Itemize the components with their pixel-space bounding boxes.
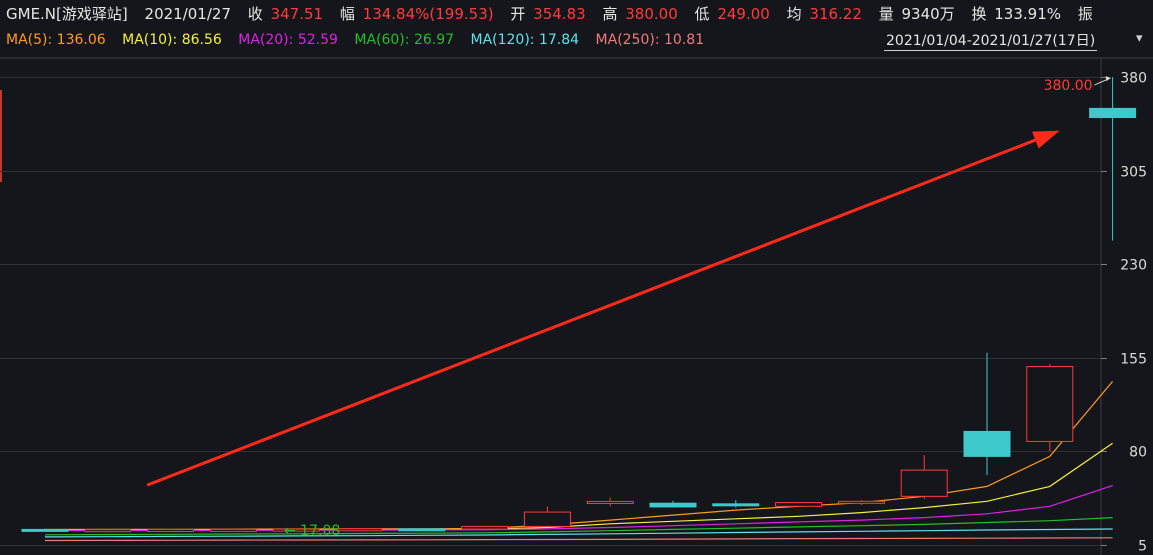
y-tick-label: 305	[1120, 165, 1147, 181]
candle-up	[84, 529, 132, 533]
ma5-line	[44, 381, 1114, 531]
ma10-line	[44, 442, 1113, 531]
low-price-label: ← 17.08	[284, 523, 340, 539]
y-tick-label: 230	[1120, 258, 1147, 274]
grid-lines	[0, 57, 1153, 555]
trend-arrow-head	[1032, 130, 1060, 149]
candlestick-chart: 5 80 155 230 305 380 380.00 ← 17.08	[0, 57, 1153, 555]
y-tick-label: 380	[1120, 71, 1147, 87]
candle-up	[1026, 366, 1074, 442]
moving-average-lines	[44, 381, 1114, 542]
y-axis: 5 80 155 230 305 380	[1101, 71, 1147, 555]
candle-up	[335, 528, 383, 532]
ma250-line	[44, 537, 1113, 542]
y-tick-label: 5	[1138, 539, 1147, 555]
candle-up	[586, 500, 634, 504]
candle-up	[461, 525, 509, 530]
candle-up	[209, 528, 257, 532]
y-tick-label: 155	[1120, 352, 1147, 368]
high-price-label: 380.00	[1044, 78, 1093, 94]
candle-down	[649, 502, 697, 508]
candle-up	[147, 529, 195, 533]
candle-down	[398, 528, 446, 532]
trend-arrow	[146, 130, 1060, 487]
trend-arrow-shaft	[146, 138, 1036, 487]
candles	[21, 76, 1137, 533]
candle-down	[712, 503, 760, 507]
candle-down	[1089, 107, 1137, 119]
candle-up	[775, 502, 823, 507]
candle-down	[963, 430, 1011, 457]
candle-up	[523, 511, 571, 527]
candle-up	[837, 500, 885, 504]
stock-chart-window: { "quote": { "symbol": "GME.N[游戏驿站]", "d…	[0, 0, 1153, 555]
candle-up	[900, 469, 948, 497]
candle-down	[21, 528, 69, 532]
y-tick-label: 80	[1129, 445, 1147, 461]
